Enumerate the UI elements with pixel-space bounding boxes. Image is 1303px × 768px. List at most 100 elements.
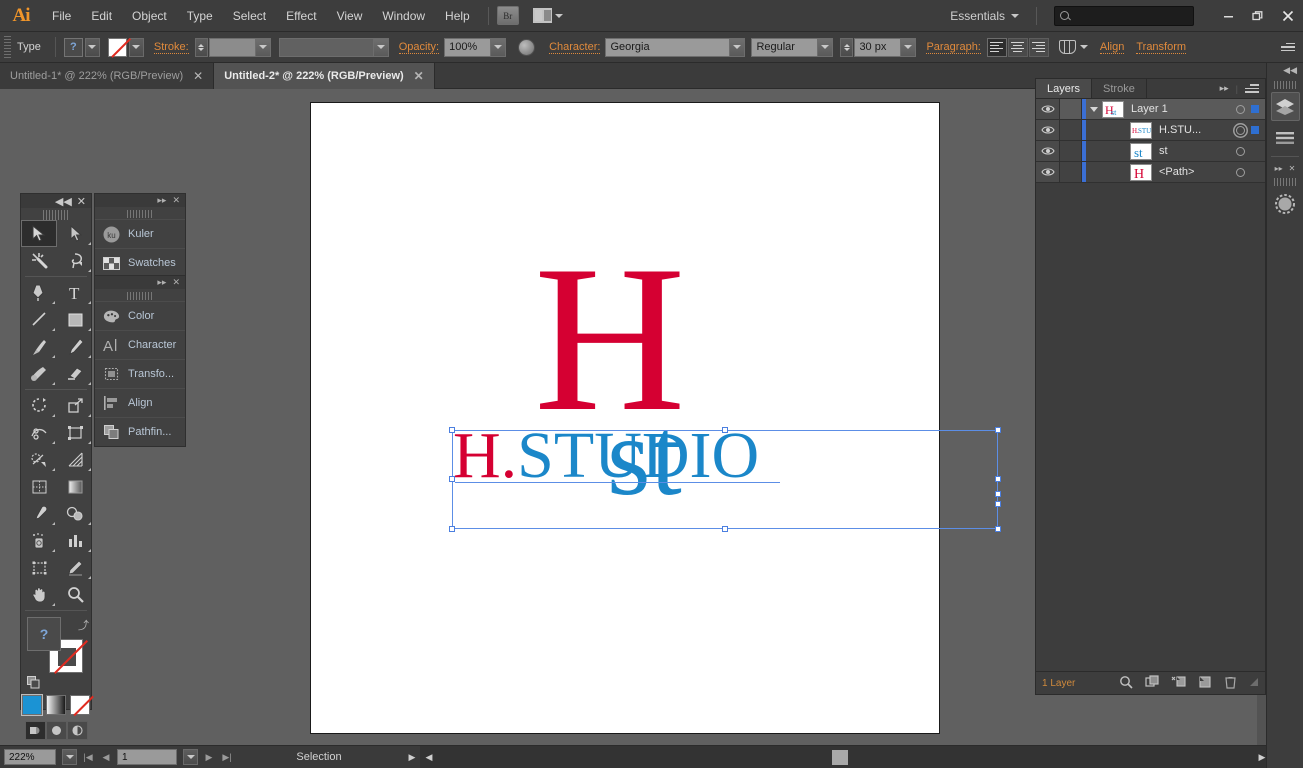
font-size-stepper[interactable] <box>840 37 854 57</box>
draw-behind-button[interactable] <box>45 721 67 740</box>
magic-wand-tool[interactable] <box>21 247 57 274</box>
page-number-input[interactable]: 1 <box>117 749 177 765</box>
pen-tool[interactable] <box>21 279 57 306</box>
selection-handle-middle-right[interactable] <box>995 476 1001 482</box>
layer-name[interactable]: H.STU... <box>1159 124 1229 136</box>
opacity-link[interactable]: Opacity: <box>398 41 440 54</box>
layer-name[interactable]: Layer 1 <box>1131 103 1229 115</box>
layers-panel-icon[interactable] <box>1270 92 1300 121</box>
selection-handle-top-left[interactable] <box>449 427 455 433</box>
panel-header[interactable]: ▸▸ ✕ <box>95 276 185 289</box>
tools-panel-gripper[interactable] <box>43 210 69 220</box>
draw-inside-button[interactable] <box>66 721 88 740</box>
align-right-button[interactable] <box>1028 37 1049 57</box>
paragraph-link[interactable]: Paragraph: <box>926 41 981 54</box>
mesh-tool[interactable] <box>21 473 57 500</box>
menu-help[interactable]: Help <box>435 0 480 32</box>
layer-row-layer-1[interactable]: Hst Layer 1 <box>1036 99 1265 120</box>
selection-handle-top-right[interactable] <box>995 427 1001 433</box>
dock-gripper-2[interactable] <box>1274 178 1296 186</box>
layer-row-st[interactable]: st st <box>1036 141 1265 162</box>
menu-object[interactable]: Object <box>122 0 177 32</box>
make-clipping-mask-icon[interactable] <box>1145 674 1159 692</box>
align-panel-link[interactable]: Align <box>1099 41 1125 54</box>
eraser-tool[interactable] <box>57 360 93 387</box>
create-new-sublayer-icon[interactable] <box>1171 675 1186 692</box>
menu-view[interactable]: View <box>327 0 373 32</box>
target-indicator[interactable] <box>1229 167 1251 177</box>
stroke-weight-stepper[interactable] <box>194 37 208 57</box>
selection-handle-middle-right-3[interactable] <box>995 501 1001 507</box>
menu-edit[interactable]: Edit <box>81 0 122 32</box>
restore-button[interactable] <box>1243 3 1273 29</box>
selection-bounding-box[interactable] <box>452 430 998 529</box>
menu-select[interactable]: Select <box>223 0 276 32</box>
artboard[interactable]: H st H.STUDIO <box>310 102 940 734</box>
previous-page-button[interactable]: ◀ <box>99 752 113 763</box>
last-page-button[interactable]: ▶| <box>220 752 234 763</box>
bridge-button[interactable]: Br <box>496 6 519 25</box>
scale-tool[interactable] <box>57 392 93 419</box>
panel-item-pathfinder[interactable]: Pathfin... <box>95 417 185 446</box>
panel-item-swatches[interactable]: Swatches <box>95 248 185 277</box>
slice-tool[interactable] <box>57 554 93 581</box>
resize-grip-icon[interactable] <box>1249 677 1259 690</box>
visibility-toggle[interactable] <box>1036 141 1060 161</box>
panel-item-kuler[interactable]: ku Kuler <box>95 219 185 248</box>
free-transform-tool[interactable] <box>57 419 93 446</box>
selection-handle-top-center[interactable] <box>722 427 728 433</box>
selection-handle-bottom-right[interactable] <box>995 526 1001 532</box>
minimize-button[interactable] <box>1213 3 1243 29</box>
close-icon[interactable]: ✕ <box>193 70 203 82</box>
draw-normal-button[interactable] <box>24 721 46 740</box>
line-segment-tool[interactable] <box>21 306 57 333</box>
search-field[interactable] <box>1054 5 1194 26</box>
close-icon[interactable]: ✕ <box>414 70 424 82</box>
envelope-distort-button[interactable] <box>1058 40 1088 54</box>
tab-stroke[interactable]: Stroke <box>1092 79 1147 98</box>
menu-window[interactable]: Window <box>372 0 435 32</box>
hand-tool[interactable] <box>21 581 57 608</box>
panel-menu-icon[interactable] <box>1245 84 1259 93</box>
zoom-tool[interactable] <box>57 581 93 608</box>
stroke-swatch[interactable] <box>107 37 127 57</box>
visibility-toggle[interactable] <box>1036 162 1060 182</box>
dock-collapse-button[interactable]: ◀◀ <box>1267 63 1303 78</box>
swap-fill-stroke-icon[interactable]: ⤴ <box>78 617 89 633</box>
lock-toggle[interactable] <box>1060 99 1082 119</box>
workspace-switcher[interactable]: Essentials <box>950 9 1019 23</box>
font-family-select[interactable]: Georgia <box>605 37 746 57</box>
status-menu-arrow[interactable]: ▶ <box>404 752 420 763</box>
dock-gripper[interactable] <box>1274 81 1296 89</box>
zoom-level-input[interactable]: 222% <box>4 749 56 765</box>
arrange-documents-button[interactable] <box>532 8 563 23</box>
layer-row-hstudio[interactable]: H. STU H.STU... <box>1036 120 1265 141</box>
width-tool[interactable] <box>21 419 57 446</box>
fill-color-box[interactable]: ? <box>27 617 61 651</box>
fill-dropdown[interactable] <box>84 37 100 57</box>
control-bar-menu-icon[interactable] <box>1281 42 1295 52</box>
expand-icon[interactable]: ▸▸ <box>157 195 166 206</box>
direct-selection-tool[interactable] <box>57 220 93 247</box>
eyedropper-tool[interactable] <box>21 500 57 527</box>
close-icon[interactable]: ✕ <box>172 277 180 288</box>
blend-tool[interactable] <box>57 500 93 527</box>
horizontal-scroll-thumb[interactable] <box>832 750 848 765</box>
gradient-tool[interactable] <box>57 473 93 500</box>
collapse-icon[interactable]: ◀◀ <box>55 195 72 208</box>
column-graph-tool[interactable] <box>57 527 93 554</box>
recolor-artwork-button[interactable] <box>518 38 536 56</box>
lock-toggle[interactable] <box>1060 162 1082 182</box>
panel-item-transform[interactable]: Transfo... <box>95 359 185 388</box>
selection-handle-bottom-center[interactable] <box>722 526 728 532</box>
lock-toggle[interactable] <box>1060 141 1082 161</box>
expand-icon[interactable]: ▸▸ <box>157 277 166 288</box>
lasso-tool[interactable] <box>57 247 93 274</box>
align-center-button[interactable] <box>1007 37 1028 57</box>
font-style-select[interactable]: Regular <box>751 37 834 57</box>
stroke-color-control[interactable] <box>107 37 144 57</box>
stroke-dropdown[interactable] <box>128 37 144 57</box>
delete-selection-icon[interactable] <box>1224 675 1237 692</box>
selection-handle-middle-left[interactable] <box>449 476 455 482</box>
control-bar-gripper[interactable] <box>4 36 11 58</box>
